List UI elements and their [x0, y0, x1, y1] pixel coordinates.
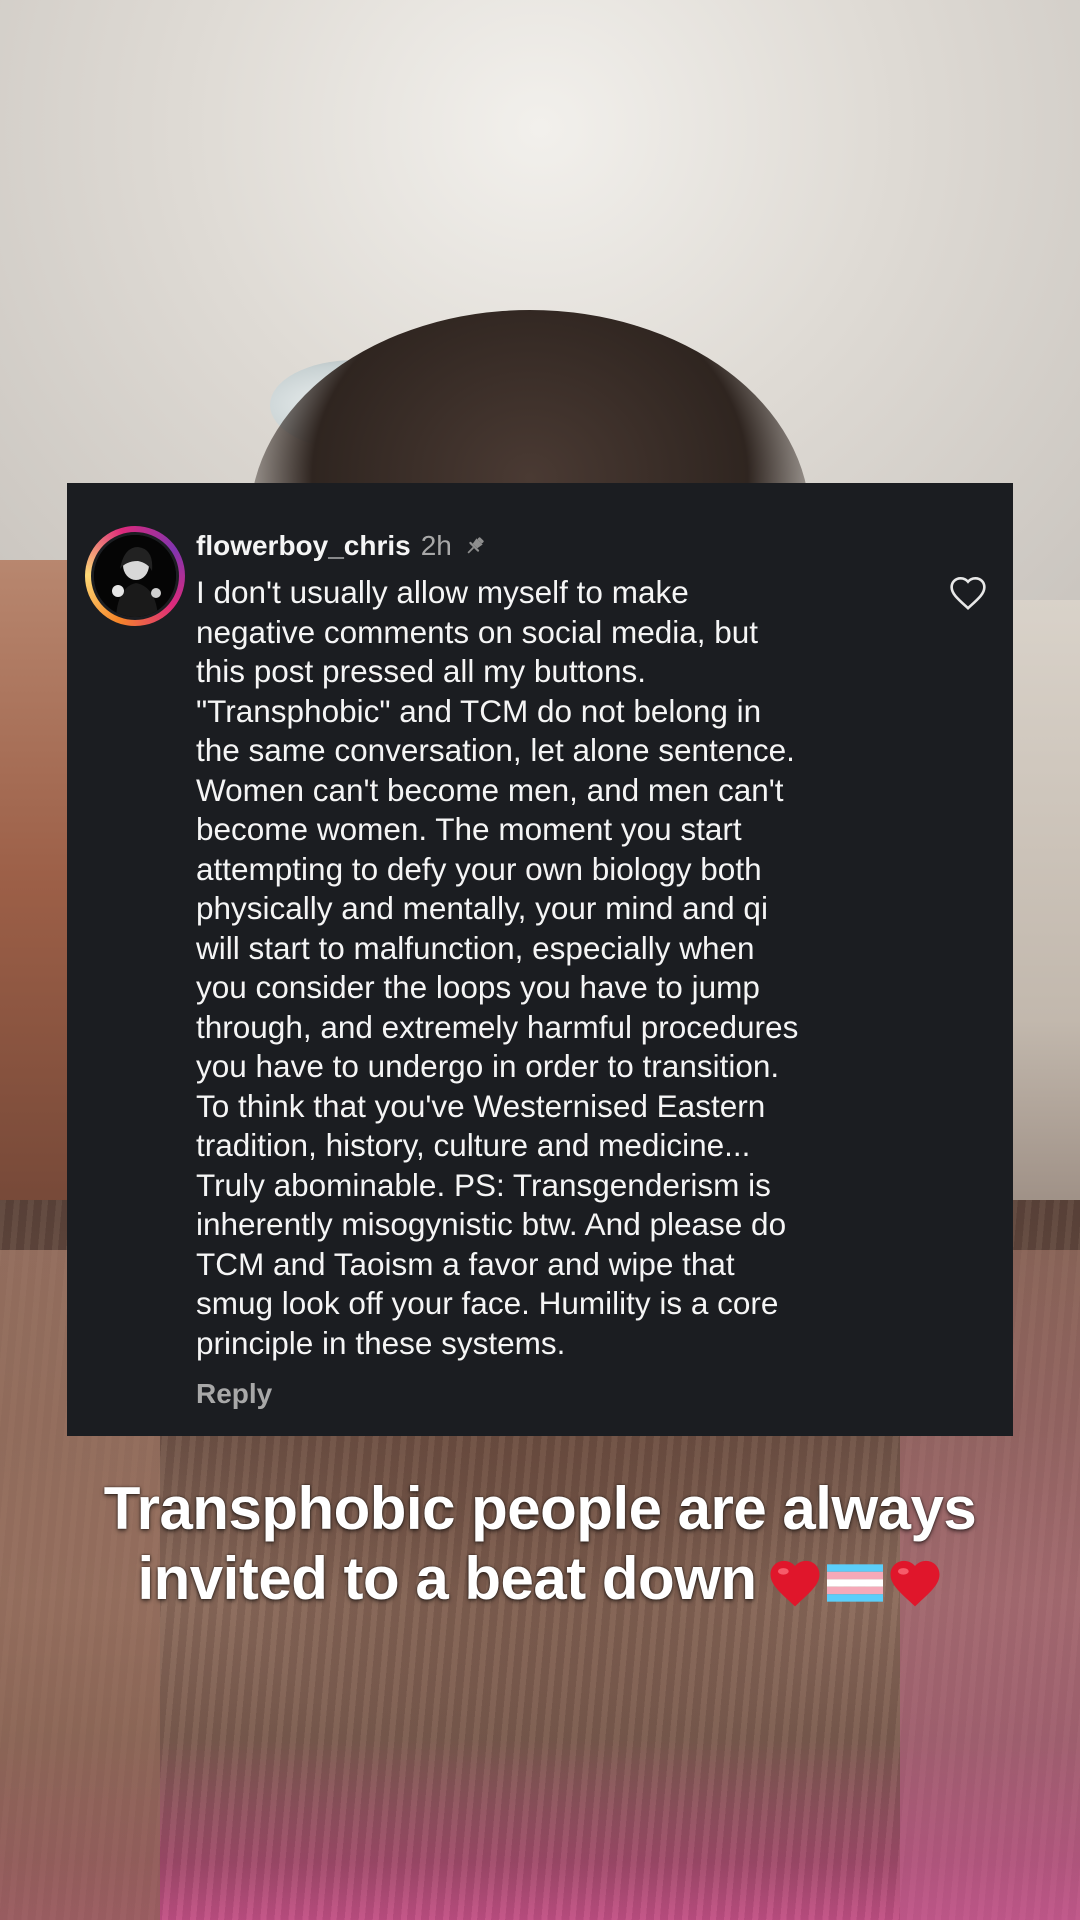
- comment-line: principle in these systems.: [196, 1324, 566, 1361]
- comment-line: this post pressed all my buttons.: [196, 653, 646, 689]
- comment-line: I don't usually allow myself to make: [196, 574, 689, 610]
- heart-outline-icon: [950, 576, 986, 611]
- video-caption: Transphobic people are always invited to…: [0, 1474, 1080, 1614]
- red-heart-emoji: [890, 1560, 940, 1607]
- comment-line: Women can't become men, and men can't: [196, 771, 784, 808]
- pin-icon: [462, 533, 488, 559]
- caption-line-2: invited to a beat down: [137, 1545, 757, 1612]
- comment-card: flowerboy_chris 2h I don't usually allow…: [67, 483, 1013, 1436]
- comment-line: To think that you've Westernised Eastern: [196, 1087, 766, 1124]
- caption-line-2-wrap: invited to a beat down: [0, 1544, 1080, 1614]
- comment-line: tradition, history, culture and medicine…: [196, 1127, 751, 1163]
- comment-header: flowerboy_chris 2h: [196, 526, 488, 566]
- story-ring[interactable]: [85, 526, 185, 626]
- comment-body: I don't usually allow myself to make nega…: [196, 573, 916, 1363]
- comment-line: through, and extremely harmful procedure…: [196, 1008, 799, 1045]
- comment-line: "Transphobic" and TCM do not belong in: [196, 692, 762, 729]
- avatar-image: [94, 535, 176, 617]
- comment-line: attempting to defy your own biology both: [196, 850, 762, 887]
- comment-line: TCM and Taoism a favor and wipe that: [196, 1245, 735, 1282]
- transgender-flag-emoji: [826, 1564, 883, 1602]
- comment-line: you have to undergo in order to transiti…: [196, 1048, 780, 1084]
- comment-line: inherently misogynistic btw. And please …: [196, 1206, 787, 1242]
- comment-line: negative comments on social media, but: [196, 613, 759, 650]
- comment-line: become women. The moment you start: [196, 811, 742, 847]
- comment-line: Truly abominable. PS: Transgenderism is: [196, 1166, 771, 1203]
- comment-line: you consider the loops you have to jump: [196, 969, 760, 1005]
- caption-emojis: [767, 1557, 943, 1609]
- username[interactable]: flowerboy_chris: [196, 530, 411, 562]
- comment-line: the same conversation, let alone sentenc…: [196, 732, 795, 768]
- red-heart-emoji: [770, 1560, 820, 1607]
- reply-button[interactable]: Reply: [196, 1378, 272, 1410]
- like-button[interactable]: [946, 571, 990, 615]
- comment-line: smug look off your face. Humility is a c…: [196, 1285, 779, 1321]
- profile-avatar[interactable]: [91, 532, 179, 620]
- comment-line: will start to malfunction, especially wh…: [196, 929, 755, 966]
- caption-line-1: Transphobic people are always: [103, 1475, 977, 1542]
- comment-line: physically and mentally, your mind and q…: [196, 890, 768, 926]
- timestamp: 2h: [420, 530, 452, 561]
